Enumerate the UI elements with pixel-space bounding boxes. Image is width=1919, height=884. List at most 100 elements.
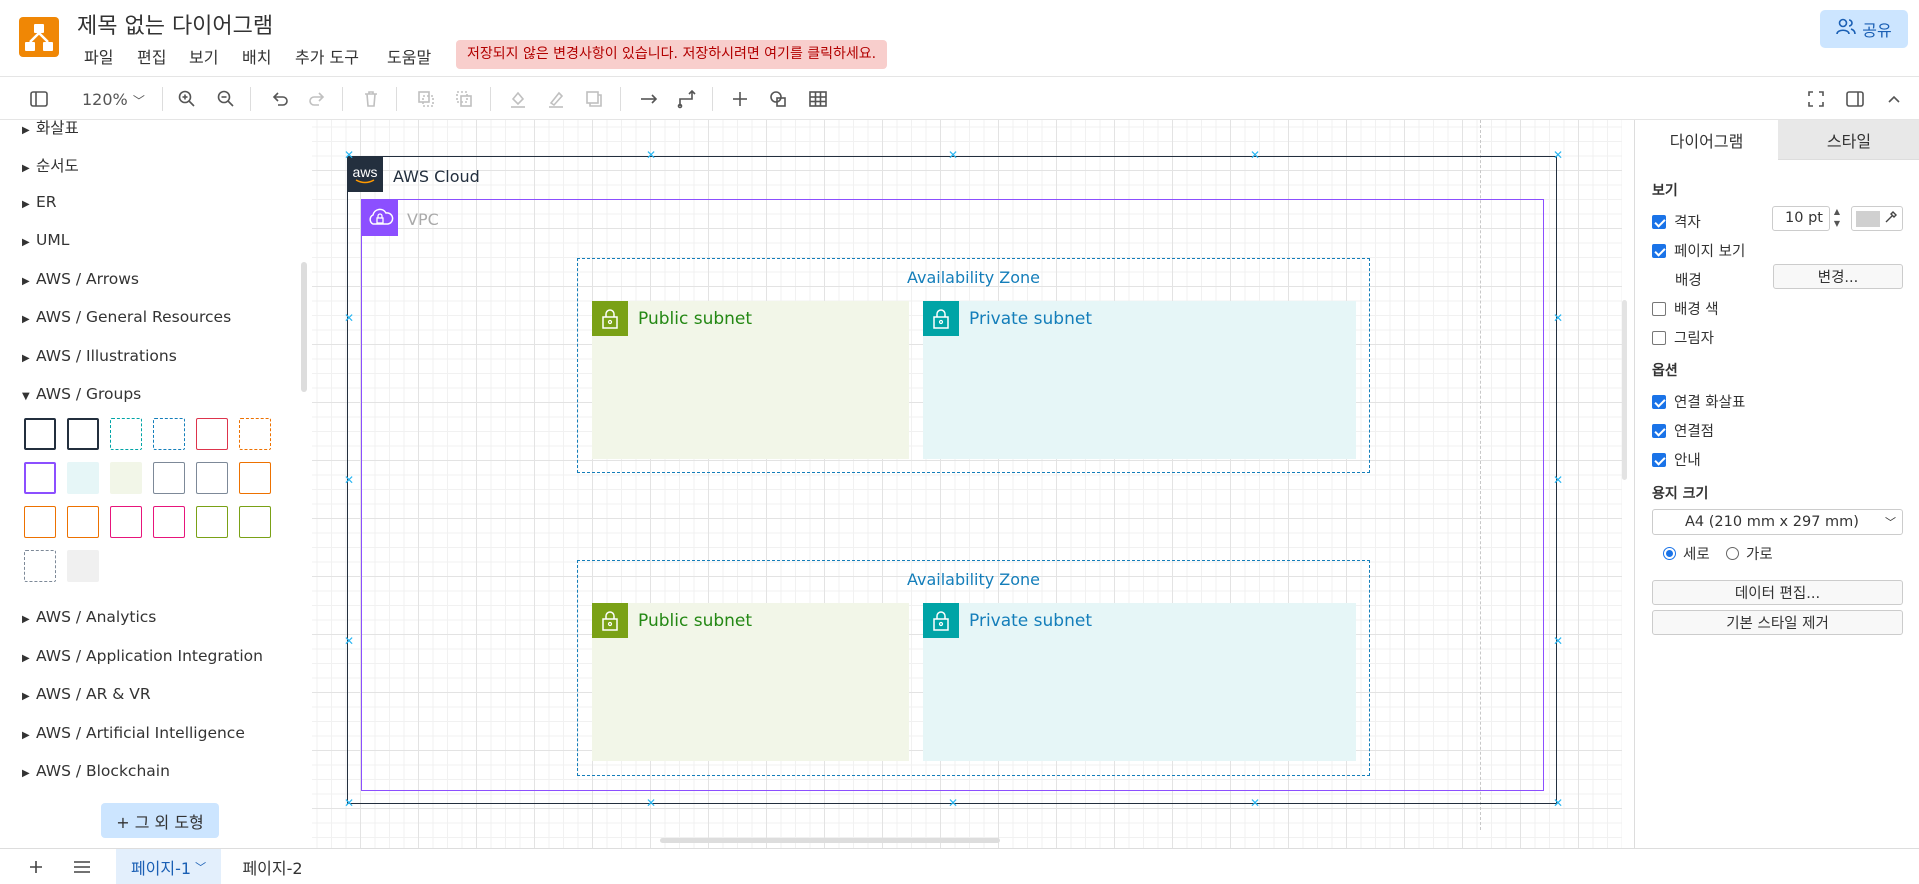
shape-iot-deployment-group[interactable] xyxy=(196,506,228,538)
connection-arrows-checkbox-row[interactable]: 연결 화살표 xyxy=(1652,391,1745,412)
menu-file[interactable]: 파일 xyxy=(84,44,113,68)
more-shapes-button[interactable]: + 그 외 도형 xyxy=(101,803,219,838)
selection-handle[interactable]: ✕ xyxy=(948,149,958,161)
connection-icon[interactable] xyxy=(637,87,661,111)
zoom-select[interactable]: 120% ﹀ xyxy=(82,90,145,109)
shape-availability-zone-group[interactable] xyxy=(153,418,185,450)
shape-auto-scaling-group[interactable] xyxy=(239,418,271,450)
shape-server-contents-group[interactable] xyxy=(153,462,185,494)
tab-style[interactable]: 스타일 xyxy=(1778,120,1919,160)
fill-color-icon[interactable] xyxy=(506,87,530,111)
waypoints-icon[interactable] xyxy=(675,87,699,111)
table-icon[interactable] xyxy=(806,87,830,111)
to-back-icon[interactable] xyxy=(452,87,476,111)
connection-points-checkbox[interactable] xyxy=(1652,423,1666,438)
category-aws-application-integration[interactable]: ▶ AWS / Application Integration xyxy=(22,647,263,665)
pages-menu-icon[interactable] xyxy=(68,849,96,884)
selection-handle[interactable]: ✕ xyxy=(344,635,354,647)
menu-help[interactable]: 도움말 xyxy=(387,44,431,68)
page-view-checkbox-row[interactable]: 페이지 보기 xyxy=(1652,240,1745,261)
share-button[interactable]: 공유 xyxy=(1820,10,1908,48)
selection-handle[interactable]: ✕ xyxy=(948,797,958,809)
drawio-logo-icon[interactable] xyxy=(19,17,59,57)
selection-handle[interactable]: ✕ xyxy=(646,797,656,809)
landscape-radio-row[interactable]: 가로 xyxy=(1726,543,1773,564)
shape-private-subnet-group[interactable] xyxy=(67,462,99,494)
diagram-title[interactable]: 제목 없는 다이어그램 xyxy=(77,8,273,40)
shadow-checkbox-row[interactable]: 그림자 xyxy=(1652,327,1714,348)
landscape-radio[interactable] xyxy=(1726,547,1739,560)
zoom-out-icon[interactable] xyxy=(214,87,238,111)
unsaved-changes-notice[interactable]: 저장되지 않은 변경사항이 있습니다. 저장하시려면 여기를 클릭하세요. xyxy=(456,40,888,69)
shape-spot-fleet-group[interactable] xyxy=(24,506,56,538)
grid-size-input[interactable]: 10 pt xyxy=(1772,206,1830,231)
category-aws-illustrations[interactable]: ▶ AWS / Illustrations xyxy=(22,347,177,365)
canvas-vertical-scrollbar[interactable] xyxy=(1622,300,1627,480)
add-page-icon[interactable] xyxy=(22,849,50,884)
sidebar-scrollbar[interactable] xyxy=(301,262,307,392)
tab-diagram[interactable]: 다이어그램 xyxy=(1635,120,1778,160)
clear-default-style-button[interactable]: 기본 스타일 제거 xyxy=(1652,610,1903,635)
shape-public-subnet-group[interactable] xyxy=(110,462,142,494)
shape-generic-group[interactable] xyxy=(67,550,99,582)
selection-handle[interactable]: ✕ xyxy=(344,149,354,161)
selection-handle[interactable]: ✕ xyxy=(344,474,354,486)
canvas-horizontal-scrollbar[interactable] xyxy=(660,838,1000,843)
menu-arrange[interactable]: 배치 xyxy=(242,44,271,68)
selection-handle[interactable]: ✕ xyxy=(1553,635,1563,647)
selection-handle[interactable]: ✕ xyxy=(344,797,354,809)
category-aws-ai[interactable]: ▶ AWS / Artificial Intelligence xyxy=(22,724,245,742)
shape-security-group[interactable] xyxy=(196,418,228,450)
zoom-in-icon[interactable] xyxy=(175,87,199,111)
public-subnet-1[interactable]: Public subnet xyxy=(592,301,909,459)
menu-extras[interactable]: 추가 도구 xyxy=(295,44,359,68)
category-aws-arrows[interactable]: ▶ AWS / Arrows xyxy=(22,270,139,288)
line-color-icon[interactable] xyxy=(544,87,568,111)
page-view-checkbox[interactable] xyxy=(1652,243,1666,258)
private-subnet-2[interactable]: Private subnet xyxy=(923,603,1356,761)
grid-color-button[interactable] xyxy=(1851,206,1903,231)
selection-handle[interactable]: ✕ xyxy=(344,312,354,324)
insert-icon[interactable] xyxy=(728,87,752,111)
shape-elastic-beanstalk-group[interactable] xyxy=(67,506,99,538)
format-panel-icon[interactable] xyxy=(1843,87,1867,111)
page-tab-1[interactable]: 페이지-1 ﹀ xyxy=(116,849,221,884)
portrait-radio[interactable] xyxy=(1663,547,1676,560)
grid-checkbox[interactable] xyxy=(1652,214,1666,229)
shape-aws-cloud-group[interactable] xyxy=(24,418,56,450)
edit-data-button[interactable]: 데이터 편집... xyxy=(1652,580,1903,605)
category-arrows[interactable]: ▶ 화살표 xyxy=(22,120,79,138)
selection-handle[interactable]: ✕ xyxy=(1250,797,1260,809)
redo-icon[interactable] xyxy=(305,87,329,111)
paper-size-select[interactable]: A4 (210 mm x 297 mm) ﹀ xyxy=(1652,509,1903,535)
category-aws-groups[interactable]: ▼ AWS / Groups xyxy=(22,385,141,403)
delete-icon[interactable] xyxy=(359,87,383,111)
selection-handle[interactable]: ✕ xyxy=(646,149,656,161)
fullscreen-icon[interactable] xyxy=(1804,87,1828,111)
page-tab-2[interactable]: 페이지-2 xyxy=(230,849,315,884)
shadow-checkbox[interactable] xyxy=(1652,330,1666,345)
background-color-checkbox[interactable] xyxy=(1652,301,1666,316)
shape-ec2-instance-group[interactable] xyxy=(239,462,271,494)
connection-arrows-checkbox[interactable] xyxy=(1652,394,1666,409)
portrait-radio-row[interactable]: 세로 xyxy=(1663,543,1710,564)
shape-region-group[interactable] xyxy=(110,418,142,450)
guides-checkbox-row[interactable]: 안내 xyxy=(1652,449,1701,470)
menu-edit[interactable]: 편집 xyxy=(137,44,166,68)
change-background-button[interactable]: 변경... xyxy=(1773,264,1903,289)
shadow-icon[interactable] xyxy=(582,87,606,111)
category-er[interactable]: ▶ ER xyxy=(22,193,57,211)
selection-handle[interactable]: ✕ xyxy=(1553,797,1563,809)
category-uml[interactable]: ▶ UML xyxy=(22,231,69,249)
grid-size-stepper[interactable]: ▲ ▼ xyxy=(1831,206,1843,231)
selection-handle[interactable]: ✕ xyxy=(1553,312,1563,324)
selection-handle[interactable]: ✕ xyxy=(1553,149,1563,161)
category-aws-general[interactable]: ▶ AWS / General Resources xyxy=(22,308,231,326)
public-subnet-2[interactable]: Public subnet xyxy=(592,603,909,761)
shape-iot-greengrass-deployment-group[interactable] xyxy=(239,506,271,538)
shape-vpc-group[interactable] xyxy=(24,462,56,494)
category-aws-analytics[interactable]: ▶ AWS / Analytics xyxy=(22,608,156,626)
category-flowchart[interactable]: ▶ 순서도 xyxy=(22,154,79,176)
undo-icon[interactable] xyxy=(268,87,292,111)
grid-checkbox-row[interactable]: 격자 xyxy=(1652,211,1701,232)
